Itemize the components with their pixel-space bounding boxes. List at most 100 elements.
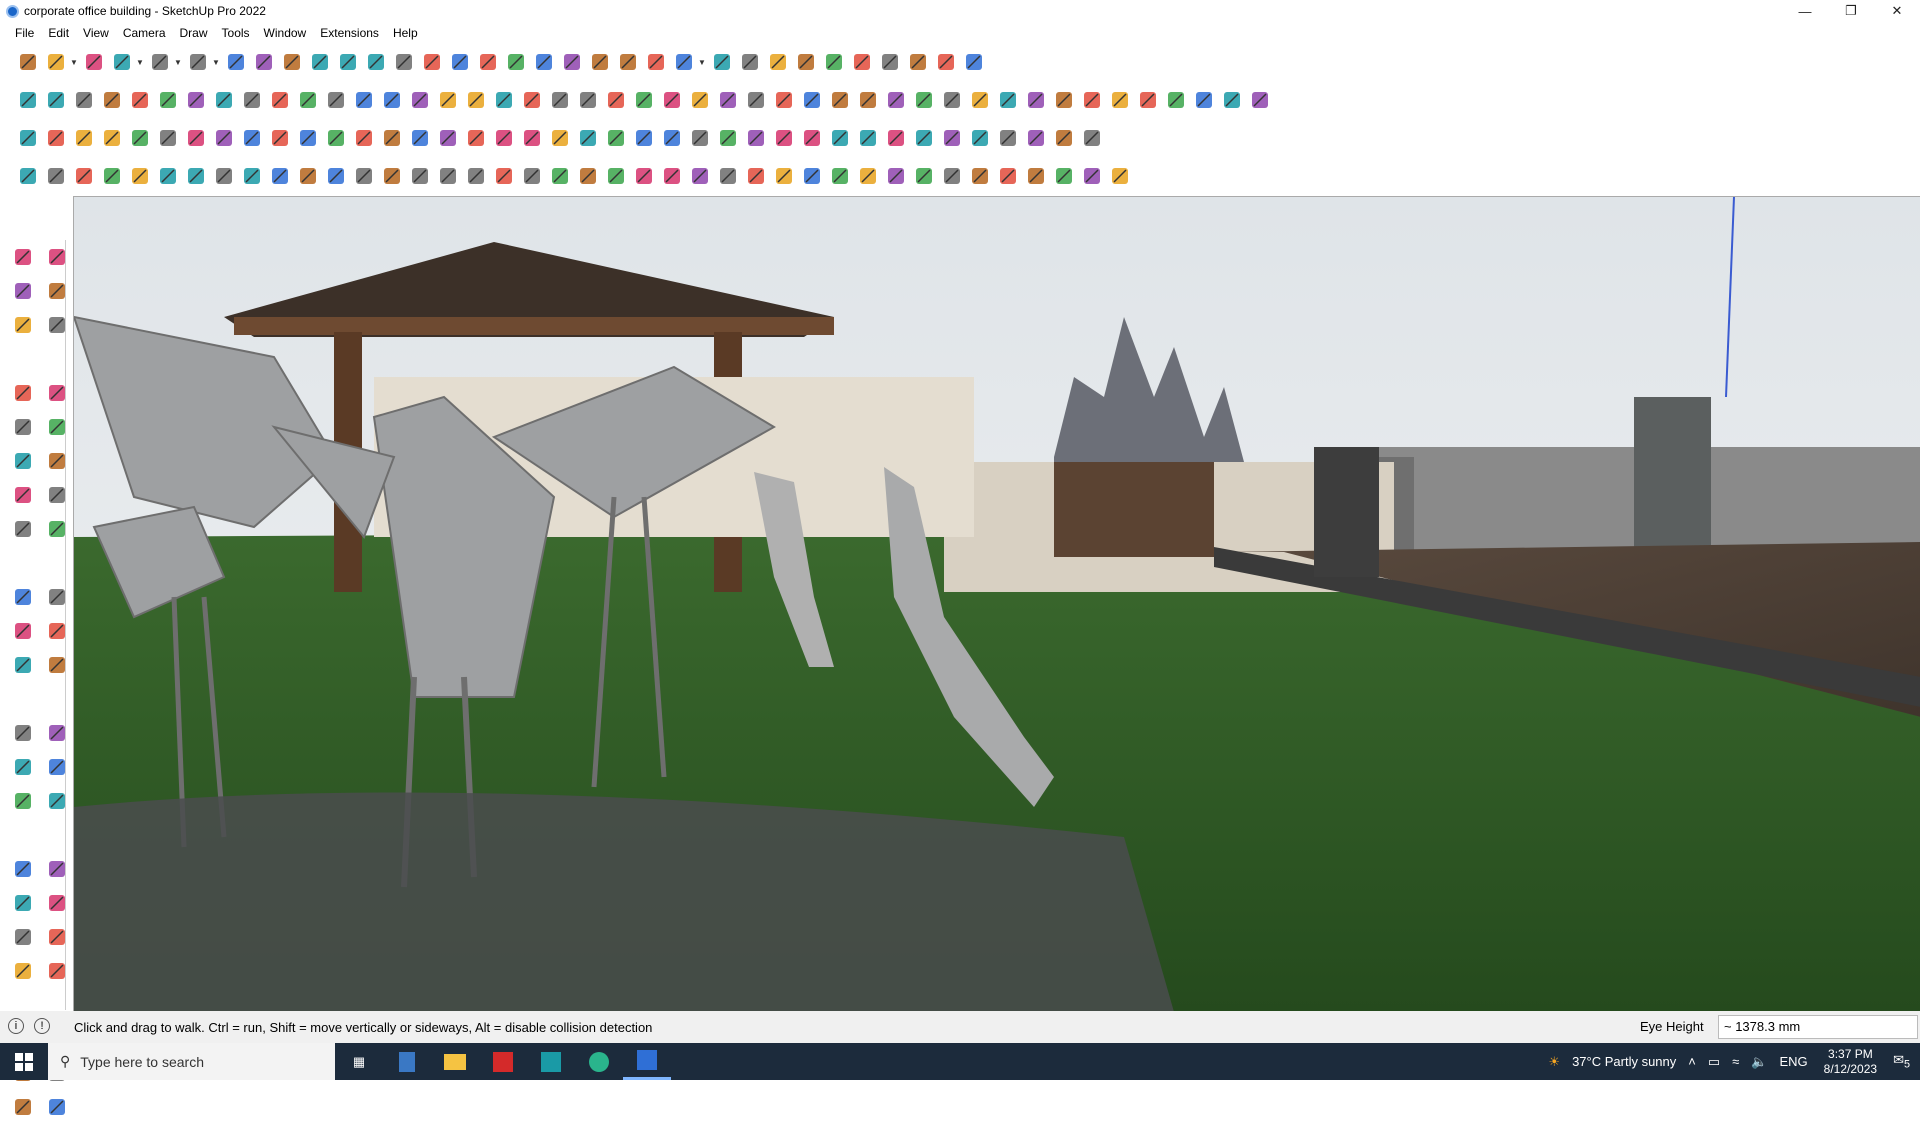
pie-icon[interactable]	[9, 515, 37, 543]
tape-icon[interactable]	[362, 48, 390, 76]
position-camera-icon[interactable]	[9, 957, 37, 985]
line-purple-icon[interactable]	[350, 86, 378, 114]
red-square-icon[interactable]	[210, 124, 238, 152]
orange-arrow-icon[interactable]	[210, 86, 238, 114]
leaf-icon[interactable]	[658, 86, 686, 114]
shape-ellipse-icon[interactable]	[798, 86, 826, 114]
plane-arrow-icon[interactable]	[686, 162, 714, 190]
polygon-icon[interactable]	[43, 447, 71, 475]
section-plane-icon[interactable]	[558, 48, 586, 76]
dropdown-caret-icon[interactable]: ▼	[136, 48, 146, 76]
green-diamond-icon[interactable]	[98, 124, 126, 152]
paint-bucket-icon[interactable]	[184, 48, 212, 76]
select-icon[interactable]	[42, 48, 70, 76]
menu-tools[interactable]: Tools	[215, 26, 257, 40]
move-icon[interactable]	[9, 583, 37, 611]
status-info-icon[interactable]: i	[8, 1018, 24, 1034]
credits-icon[interactable]: !	[34, 1018, 50, 1034]
gear-outline-icon[interactable]	[126, 162, 154, 190]
blue-cone-icon[interactable]	[518, 124, 546, 152]
scale-icon[interactable]	[334, 48, 362, 76]
barcode-icon[interactable]	[770, 162, 798, 190]
orbit-dash-icon[interactable]	[630, 124, 658, 152]
shape-freeform-icon[interactable]	[938, 86, 966, 114]
cloud-icon[interactable]	[154, 162, 182, 190]
fold-icon[interactable]	[714, 162, 742, 190]
sketchup-app[interactable]	[623, 1043, 671, 1080]
spline-red2-icon[interactable]	[70, 162, 98, 190]
green-cone-icon[interactable]	[490, 124, 518, 152]
zoom-extents-icon[interactable]	[14, 48, 42, 76]
rotated-rect-icon[interactable]	[43, 413, 71, 441]
clock[interactable]: 3:37 PM 8/12/2023	[1824, 1047, 1877, 1077]
text-icon[interactable]	[43, 753, 71, 781]
redo-icon[interactable]	[932, 48, 960, 76]
rectangle-icon[interactable]	[9, 413, 37, 441]
red-gem-icon[interactable]	[854, 124, 882, 152]
orange-grid-icon[interactable]	[938, 124, 966, 152]
shell-icon[interactable]	[546, 162, 574, 190]
move-icon[interactable]	[222, 48, 250, 76]
blue-arrow-icon[interactable]	[154, 86, 182, 114]
brown-block-icon[interactable]	[1078, 86, 1106, 114]
blue-gear-icon[interactable]	[770, 124, 798, 152]
eraser-icon[interactable]	[80, 48, 108, 76]
tri-arrow-icon[interactable]	[98, 86, 126, 114]
dropdown-caret-icon[interactable]: ▼	[212, 48, 222, 76]
two-point-arc-icon[interactable]	[43, 481, 71, 509]
bars2-icon[interactable]	[938, 162, 966, 190]
step-icon[interactable]	[854, 162, 882, 190]
green-tree-icon[interactable]	[434, 86, 462, 114]
line-blue2-icon[interactable]	[378, 86, 406, 114]
red-dots-icon[interactable]	[1022, 124, 1050, 152]
dash-circle-icon[interactable]	[1050, 124, 1078, 152]
select-icon[interactable]	[9, 243, 37, 271]
shape-arc-icon[interactable]	[854, 86, 882, 114]
line-blue-icon[interactable]	[322, 86, 350, 114]
file-explorer-app[interactable]	[431, 1043, 479, 1080]
sweep-icon[interactable]	[266, 162, 294, 190]
tiles-icon[interactable]	[882, 124, 910, 152]
page-icon[interactable]	[266, 124, 294, 152]
link-icon[interactable]	[322, 124, 350, 152]
measure-icon[interactable]	[848, 48, 876, 76]
house-outline-icon[interactable]	[1106, 162, 1134, 190]
blue-diamond-icon[interactable]	[42, 124, 70, 152]
component-icon[interactable]	[9, 311, 37, 339]
lasso-icon[interactable]	[146, 48, 174, 76]
zoom-icon[interactable]	[9, 889, 37, 917]
green-cross-icon[interactable]	[434, 124, 462, 152]
orbit-icon[interactable]	[446, 48, 474, 76]
scale-icon[interactable]	[9, 651, 37, 679]
shape-hexagon-icon[interactable]	[770, 86, 798, 114]
extension-icon[interactable]	[736, 48, 764, 76]
maximize-button[interactable]: ❐	[1828, 0, 1874, 22]
circle-icon[interactable]	[9, 447, 37, 475]
menu-view[interactable]: View	[76, 26, 116, 40]
notification-icon[interactable]: ✉5	[1893, 1052, 1910, 1071]
menu-extensions[interactable]: Extensions	[313, 26, 386, 40]
max-app[interactable]	[527, 1043, 575, 1080]
pan-icon[interactable]	[474, 48, 502, 76]
ramp-icon[interactable]	[798, 162, 826, 190]
zoom-window-icon[interactable]	[530, 48, 558, 76]
paint-bucket-icon[interactable]	[9, 277, 37, 305]
arrow-down-icon[interactable]	[820, 48, 848, 76]
look-around-icon[interactable]	[43, 957, 71, 985]
line-icon[interactable]	[9, 379, 37, 407]
push-pull-icon[interactable]	[278, 48, 306, 76]
wheel-icon[interactable]	[994, 162, 1022, 190]
orange-swirl-icon[interactable]	[602, 124, 630, 152]
menu-help[interactable]: Help	[386, 26, 425, 40]
triangle-stair-icon[interactable]	[434, 162, 462, 190]
speaker-icon[interactable]: 🔈	[1751, 1054, 1767, 1070]
red-hook-icon[interactable]	[714, 124, 742, 152]
rotate-icon[interactable]	[9, 617, 37, 645]
corner-line2-icon[interactable]	[322, 162, 350, 190]
grid-dash-icon[interactable]	[1078, 124, 1106, 152]
measurements-box[interactable]: ~ 1378.3 mm	[1718, 1015, 1918, 1039]
cube-stack-icon[interactable]	[1162, 86, 1190, 114]
pencil-icon[interactable]	[108, 48, 136, 76]
grid-icon[interactable]	[1106, 86, 1134, 114]
start-button[interactable]	[0, 1043, 48, 1080]
